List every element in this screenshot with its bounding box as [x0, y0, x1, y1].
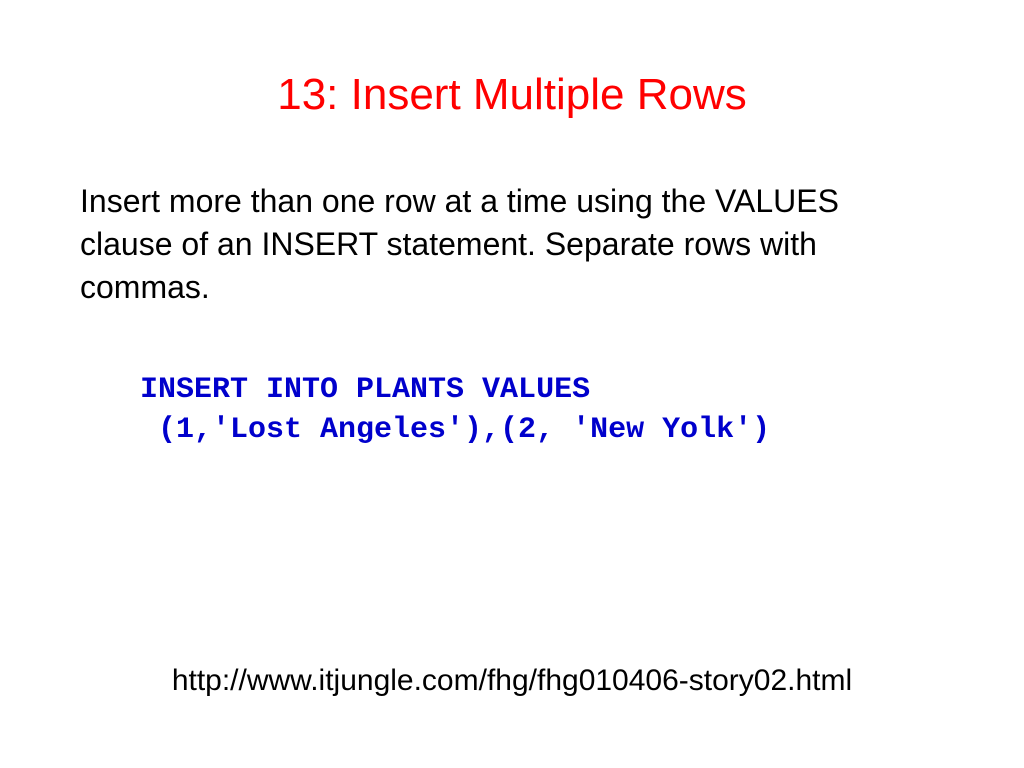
- slide-body-text: Insert more than one row at a time using…: [80, 180, 940, 310]
- slide-container: 13: Insert Multiple Rows Insert more tha…: [0, 0, 1024, 768]
- slide-title: 13: Insert Multiple Rows: [80, 70, 944, 120]
- reference-url: http://www.itjungle.com/fhg/fhg010406-st…: [0, 664, 1024, 698]
- code-example: INSERT INTO PLANTS VALUES (1,'Lost Angel…: [140, 370, 944, 451]
